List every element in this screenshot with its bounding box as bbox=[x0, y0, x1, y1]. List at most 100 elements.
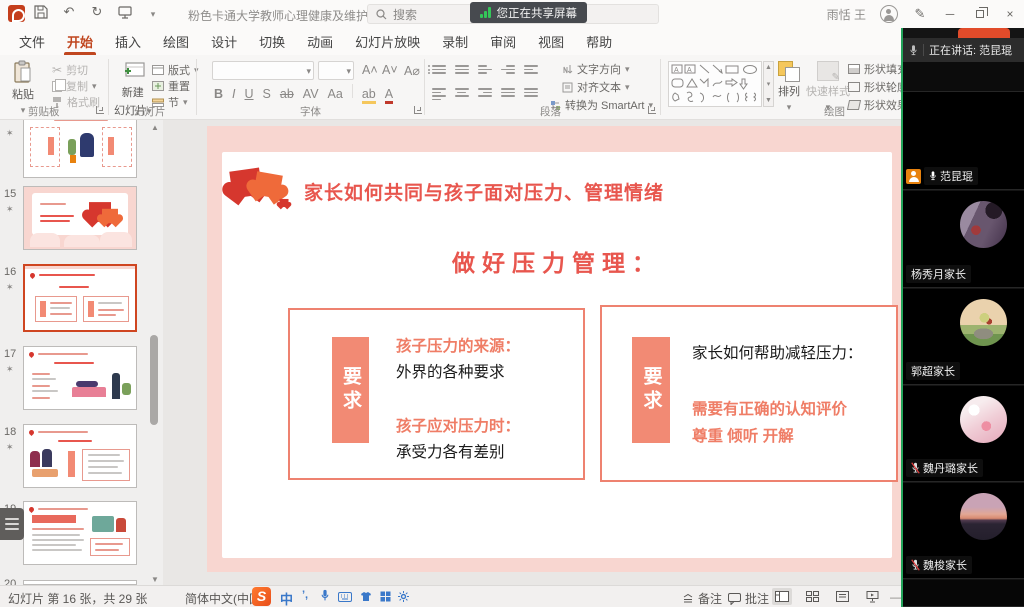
font-name-dropdown[interactable] bbox=[212, 61, 314, 80]
thumbnail-slide-17[interactable] bbox=[23, 346, 137, 410]
ime-settings-icon[interactable] bbox=[398, 591, 409, 602]
thumbnail-menu-icon[interactable] bbox=[0, 508, 24, 540]
tab-transitions[interactable]: 切换 bbox=[248, 28, 296, 55]
clipboard-dialog-launcher[interactable] bbox=[96, 106, 104, 114]
video-tile-weisuo[interactable]: 魏梭家长 bbox=[903, 483, 1024, 579]
video-tile-partial-bottom[interactable] bbox=[903, 580, 1024, 607]
layout-button[interactable]: 版式 bbox=[152, 62, 199, 78]
align-right-button[interactable] bbox=[478, 86, 492, 102]
comments-button[interactable]: 批注 bbox=[728, 590, 769, 607]
align-left-button[interactable] bbox=[432, 86, 446, 102]
thumbnail-slide-19[interactable] bbox=[23, 501, 137, 565]
scroll-up-arrow[interactable]: ▲ bbox=[151, 123, 159, 132]
text-shadow-button[interactable]: S bbox=[263, 87, 271, 101]
tab-design[interactable]: 设计 bbox=[200, 28, 248, 55]
cut-button[interactable]: 剪切 bbox=[52, 62, 88, 78]
shape-outline-button[interactable]: 形状轮廓 bbox=[848, 79, 908, 95]
slide-sorter-view-button[interactable] bbox=[802, 588, 822, 605]
right-requirement-box[interactable]: 要求 家长如何帮助减轻压力： 需要有正确的认知评价 尊重 倾听 开解 bbox=[600, 305, 898, 482]
ime-toolbox-icon[interactable] bbox=[380, 591, 391, 602]
normal-view-button[interactable] bbox=[772, 588, 792, 605]
reset-button[interactable]: 重置 bbox=[152, 78, 190, 94]
ime-keyboard-icon[interactable] bbox=[338, 592, 352, 602]
shrink-font-button[interactable]: A˅ bbox=[382, 63, 398, 77]
justify-button[interactable] bbox=[501, 86, 515, 102]
shape-fill-button[interactable]: 形状填充 bbox=[848, 61, 908, 77]
paragraph-dialog-launcher[interactable] bbox=[648, 106, 656, 114]
language-indicator[interactable]: 简体中文(中国 bbox=[185, 590, 253, 607]
tab-animations[interactable]: 动画 bbox=[296, 28, 344, 55]
ime-mic-icon[interactable] bbox=[320, 589, 330, 602]
tab-help[interactable]: 帮助 bbox=[575, 28, 623, 55]
clear-formatting-button[interactable]: A⌀ bbox=[404, 63, 420, 78]
ime-symbols-icon[interactable]: ’, bbox=[302, 589, 308, 601]
tab-insert[interactable]: 插入 bbox=[104, 28, 152, 55]
bold-button[interactable]: B bbox=[214, 87, 223, 101]
thumbnail-scrollbar[interactable] bbox=[150, 335, 158, 425]
notes-button[interactable]: 备注 bbox=[682, 590, 722, 607]
convert-smartart-button[interactable]: 转换为 SmartArt bbox=[550, 97, 653, 113]
shapes-gallery[interactable]: A A bbox=[668, 61, 762, 107]
tab-slideshow[interactable]: 幻灯片放映 bbox=[344, 28, 431, 55]
thumbnail-slide-14[interactable] bbox=[23, 120, 137, 178]
sogou-ime-logo[interactable]: S bbox=[252, 587, 271, 606]
video-tile-partial[interactable] bbox=[903, 62, 1024, 92]
underline-button[interactable]: U bbox=[245, 87, 254, 101]
font-dialog-launcher[interactable] bbox=[414, 106, 422, 114]
tab-draw[interactable]: 绘图 bbox=[152, 28, 200, 55]
font-size-dropdown[interactable] bbox=[318, 61, 354, 80]
align-text-button[interactable]: 对齐文本 bbox=[562, 79, 630, 95]
thumbnail-slide-18[interactable] bbox=[23, 424, 137, 488]
video-tile-weidanlu[interactable]: 魏丹璐家长 bbox=[903, 386, 1024, 482]
slide-canvas[interactable]: 家长如何共同与孩子面对压力、管理情绪 做好压力管理： 要求 孩子压力的来源： 外… bbox=[207, 126, 907, 572]
tab-view[interactable]: 视图 bbox=[527, 28, 575, 55]
numbering-button[interactable] bbox=[455, 63, 469, 76]
video-tile-yangxiuyue[interactable]: 杨秀月家长 bbox=[903, 191, 1024, 288]
copy-button[interactable]: 复制 bbox=[52, 78, 97, 94]
ink-pen-icon[interactable] bbox=[912, 6, 928, 22]
shape-effects-button[interactable]: 形状效果 bbox=[848, 97, 908, 113]
grow-font-button[interactable]: A˄ bbox=[362, 63, 378, 77]
restore-button[interactable] bbox=[972, 6, 988, 22]
tab-file[interactable]: 文件 bbox=[8, 28, 56, 55]
close-button[interactable]: × bbox=[1002, 6, 1018, 22]
video-tile-fankunkun[interactable]: 范昆琨 bbox=[903, 92, 1024, 190]
redo-icon[interactable] bbox=[88, 4, 106, 20]
columns-button[interactable] bbox=[524, 86, 538, 102]
tab-record[interactable]: 录制 bbox=[431, 28, 479, 55]
slideshow-view-button[interactable] bbox=[862, 588, 882, 605]
meeting-share-button[interactable] bbox=[958, 28, 1010, 38]
touch-mode-icon[interactable] bbox=[116, 5, 134, 19]
minimize-button[interactable]: ─ bbox=[942, 6, 958, 22]
italic-button[interactable]: I bbox=[232, 87, 235, 101]
undo-icon[interactable] bbox=[60, 4, 78, 20]
bullets-button[interactable] bbox=[432, 63, 446, 76]
left-requirement-box[interactable]: 要求 孩子压力的来源： 外界的各种要求 孩子应对压力时： 承受力各有差别 bbox=[288, 308, 585, 480]
reading-view-button[interactable] bbox=[832, 588, 852, 605]
decrease-indent-button[interactable] bbox=[478, 63, 492, 76]
account-name[interactable]: 雨恬 王 bbox=[827, 6, 866, 23]
shapes-gallery-scroll[interactable]: ▲▾▼ bbox=[763, 61, 774, 107]
font-color-button[interactable]: A bbox=[385, 87, 393, 104]
arrange-button[interactable]: 排列 bbox=[778, 61, 800, 113]
align-center-button[interactable] bbox=[455, 86, 469, 102]
customize-qat-icon[interactable] bbox=[144, 5, 162, 20]
account-avatar[interactable] bbox=[880, 5, 898, 23]
line-spacing-button[interactable] bbox=[524, 63, 538, 76]
text-direction-button[interactable]: 文字方向 bbox=[562, 61, 630, 77]
save-icon[interactable] bbox=[32, 5, 50, 19]
scroll-down-arrow[interactable]: ▼ bbox=[151, 575, 159, 584]
change-case-button[interactable]: Aa bbox=[328, 87, 343, 101]
strikethrough-button[interactable]: ab bbox=[280, 87, 294, 101]
tab-home[interactable]: 开始 bbox=[56, 28, 104, 55]
ime-mode-indicator[interactable]: 中 bbox=[280, 589, 293, 607]
thumbnail-slide-16-selected[interactable] bbox=[23, 264, 137, 332]
highlight-color-button[interactable]: ab bbox=[362, 87, 376, 104]
powerpoint-app-icon[interactable] bbox=[8, 5, 25, 22]
increase-indent-button[interactable] bbox=[501, 63, 515, 76]
ime-skin-icon[interactable] bbox=[360, 591, 372, 602]
tab-review[interactable]: 审阅 bbox=[479, 28, 527, 55]
character-spacing-button[interactable]: AV bbox=[303, 87, 319, 101]
video-tile-guochao[interactable]: 郭超家长 bbox=[903, 289, 1024, 385]
thumbnail-slide-15[interactable] bbox=[23, 186, 137, 250]
